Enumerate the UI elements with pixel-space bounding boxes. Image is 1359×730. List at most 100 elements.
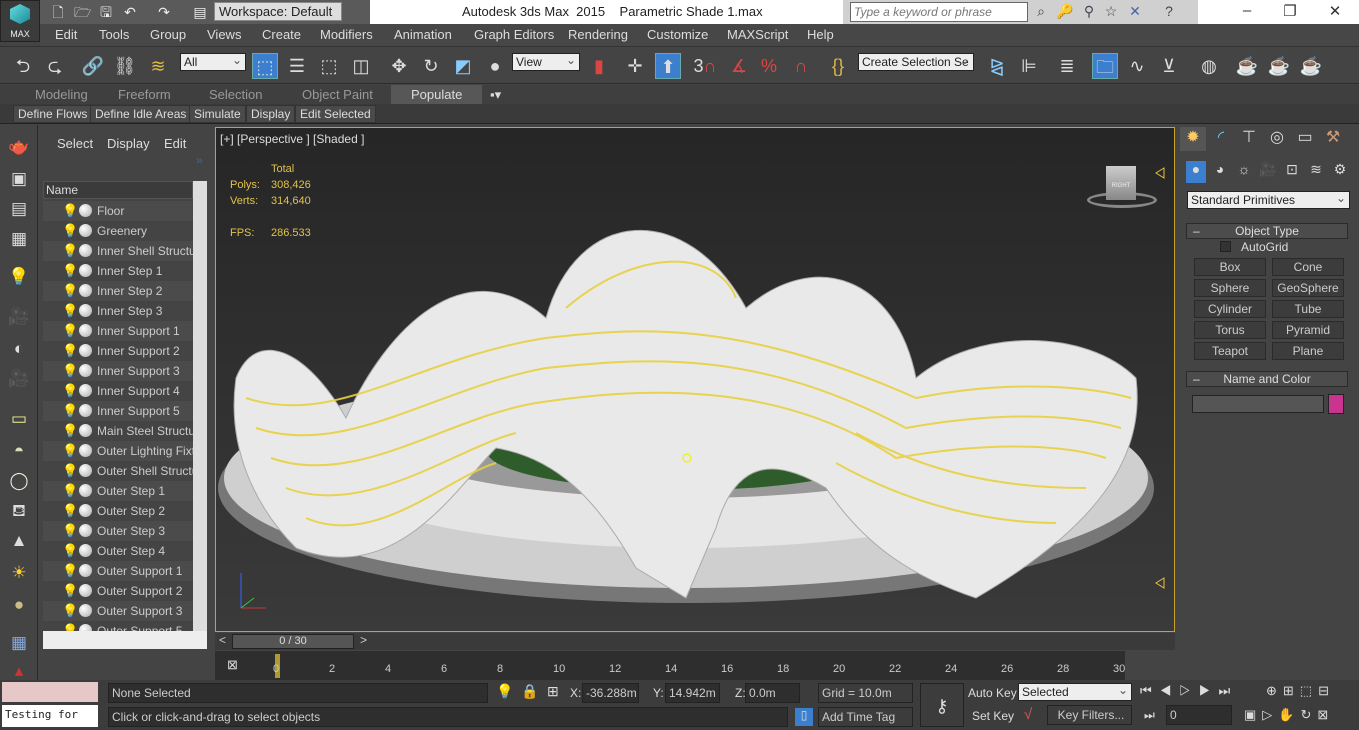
light-bulb-icon[interactable]: 💡 — [62, 403, 78, 419]
grid-icon[interactable]: ▦ — [6, 633, 32, 655]
light-bulb-icon[interactable]: 💡 — [62, 583, 78, 599]
light-bulb-icon[interactable]: 💡 — [62, 223, 78, 239]
object-name-input[interactable] — [1192, 395, 1324, 413]
name-color-rollout-header[interactable]: – Name and Color — [1186, 371, 1348, 387]
display-shapes-icon[interactable]: ▭ — [6, 409, 32, 431]
menu-modifiers[interactable]: Modifiers — [320, 27, 373, 42]
cameras-icon[interactable]: 🎥 — [1258, 161, 1278, 183]
app-logo-button[interactable]: MAX — [0, 0, 40, 42]
menu-help[interactable]: Help — [807, 27, 834, 42]
render-sphere-icon[interactable] — [79, 304, 92, 317]
list-item[interactable]: 💡 Outer Support 1 — [43, 561, 193, 581]
undo-icon[interactable]: ⮌ — [10, 53, 36, 79]
list-item[interactable]: 💡 Main Steel Structure — [43, 421, 193, 441]
z-coordinate-field[interactable]: 0.0m — [745, 683, 800, 703]
time-slider-thumb[interactable]: 0 / 30 — [232, 634, 354, 649]
key-mode-dropdown[interactable]: Selected — [1018, 682, 1132, 701]
render-sphere-icon[interactable] — [79, 384, 92, 397]
sun-icon[interactable]: ☀ — [6, 563, 32, 585]
satellite-icon[interactable]: ⚲ — [1080, 3, 1098, 21]
align-icon[interactable]: ⊫ — [1016, 53, 1042, 79]
render-sphere-icon[interactable] — [79, 244, 92, 257]
list-item[interactable]: 💡 Inner Support 2 — [43, 341, 193, 361]
curve-editor-icon[interactable]: ∿ — [1124, 53, 1150, 79]
tube-button[interactable]: Tube — [1272, 300, 1344, 318]
rendered-frame-window-icon[interactable]: ☕ — [1266, 53, 1292, 79]
next-frame-arrow[interactable]: > — [360, 633, 367, 647]
light-bulb-icon[interactable]: 💡 — [62, 623, 78, 631]
menu-animation[interactable]: Animation — [394, 27, 452, 42]
box-button[interactable]: Box — [1194, 258, 1266, 276]
time-slider[interactable]: < 0 / 30 > — [215, 633, 1175, 650]
cone-icon[interactable]: ▲ — [6, 531, 32, 553]
basket-icon[interactable]: ⛾ — [6, 501, 32, 523]
render-sphere-icon[interactable] — [79, 284, 92, 297]
pivot-center-icon[interactable]: ▮ — [586, 53, 612, 79]
render-sphere-icon[interactable] — [79, 504, 92, 517]
rectangular-selection-icon[interactable]: ⬚ — [316, 53, 342, 79]
light-bulb-icon[interactable]: 💡 — [62, 523, 78, 539]
menu-graph-editors[interactable]: Graph Editors — [474, 27, 554, 42]
add-time-tag-button[interactable]: Add Time Tag — [818, 707, 913, 727]
viewport-navigation-bottom[interactable]: ▣▷✋↻⊠ — [1244, 707, 1334, 723]
light-bulb-icon[interactable]: 💡 — [62, 603, 78, 619]
explorer-menu-display[interactable]: Display — [107, 136, 150, 151]
angle-snap-icon[interactable]: ∡ — [726, 53, 752, 79]
material-editor-icon[interactable]: ◍ — [1196, 53, 1222, 79]
key-mode-toggle-icon[interactable]: ⏭ — [1144, 708, 1155, 723]
x-coordinate-field[interactable]: -36.288m — [582, 683, 639, 703]
render-sphere-icon[interactable] — [79, 524, 92, 537]
light-bulb-icon[interactable]: 💡 — [62, 503, 78, 519]
key-icon[interactable]: 🔑 — [1056, 3, 1074, 21]
scale-icon[interactable]: ◩ — [450, 53, 476, 79]
exchange-icon[interactable]: ✕ — [1126, 3, 1144, 21]
list-item[interactable]: 💡 Outer Step 4 — [43, 541, 193, 561]
render-sphere-icon[interactable] — [79, 484, 92, 497]
tab-freeform[interactable]: Freeform — [118, 87, 171, 102]
mini-curve-editor-icon[interactable]: ⊠ — [227, 657, 238, 673]
cone-button[interactable]: Cone — [1272, 258, 1344, 276]
menu-tools[interactable]: Tools — [99, 27, 129, 42]
shapes-icon[interactable]: ◕ — [1210, 161, 1230, 183]
geometry-icon[interactable]: ● — [1186, 161, 1206, 183]
selection-filter-dropdown[interactable]: All — [180, 52, 246, 71]
keyboard-shortcut-override-icon[interactable]: ⬆ — [655, 53, 681, 79]
systems-icon[interactable]: ⚙ — [1330, 161, 1350, 183]
light-bulb-icon[interactable]: 💡 — [62, 283, 78, 299]
simulate-button[interactable]: Simulate — [189, 105, 246, 123]
light-bulb-icon[interactable]: 💡 — [62, 543, 78, 559]
list-item[interactable]: 💡 Inner Support 5 — [43, 401, 193, 421]
light-bulb-icon[interactable]: 💡 — [62, 203, 78, 219]
modify-tab-icon[interactable]: ◜ — [1208, 127, 1234, 151]
viewport-navigation-top[interactable]: ⊕⊞⬚⊟ — [1266, 683, 1335, 699]
set-key-icon[interactable]: ⚷ — [920, 683, 964, 727]
camera-icon[interactable]: 🎥 — [6, 307, 32, 329]
list-item[interactable]: 💡 Outer Support 3 — [43, 601, 193, 621]
explorer-menu-edit[interactable]: Edit — [164, 136, 186, 151]
edit-selected-button[interactable]: Edit Selected — [295, 105, 376, 123]
reference-coordinate-dropdown[interactable]: View — [512, 52, 580, 71]
selection-lock-icon[interactable]: 🔒 — [521, 683, 538, 700]
helpers-icon[interactable]: ⊡ — [1282, 161, 1302, 183]
time-tag-icon[interactable]: ▯ — [795, 708, 813, 726]
help-icon[interactable]: ? — [1160, 3, 1178, 21]
render-sphere-icon[interactable] — [79, 404, 92, 417]
horizontal-scrollbar[interactable] — [43, 631, 207, 649]
explorer-menu-select[interactable]: Select — [57, 136, 93, 151]
display-button[interactable]: Display — [246, 105, 296, 123]
project-folder-icon[interactable]: ▤ — [192, 4, 208, 20]
binoculars-icon[interactable]: ⌕ — [1032, 3, 1050, 21]
render-setup-icon[interactable]: ☕ — [1234, 53, 1260, 79]
light-bulb-icon[interactable]: 💡 — [62, 423, 78, 439]
tab-modeling[interactable]: Modeling — [35, 87, 88, 102]
list-item[interactable]: 💡 Inner Step 3 — [43, 301, 193, 321]
column-header-name[interactable]: Name — [43, 181, 193, 199]
hierarchy-tab-icon[interactable]: ⊤ — [1236, 127, 1262, 151]
select-object-icon[interactable]: ⬚ — [252, 53, 278, 79]
menu-edit[interactable]: Edit — [55, 27, 77, 42]
render-production-icon[interactable]: ☕ — [1298, 53, 1324, 79]
playback-controls[interactable]: ⏮◀▷▶⏭ — [1140, 683, 1238, 699]
light-bulb-icon[interactable]: 💡 — [62, 443, 78, 459]
link-icon[interactable]: 🔗 — [80, 53, 106, 79]
object-type-rollout-header[interactable]: – Object Type — [1186, 223, 1348, 239]
